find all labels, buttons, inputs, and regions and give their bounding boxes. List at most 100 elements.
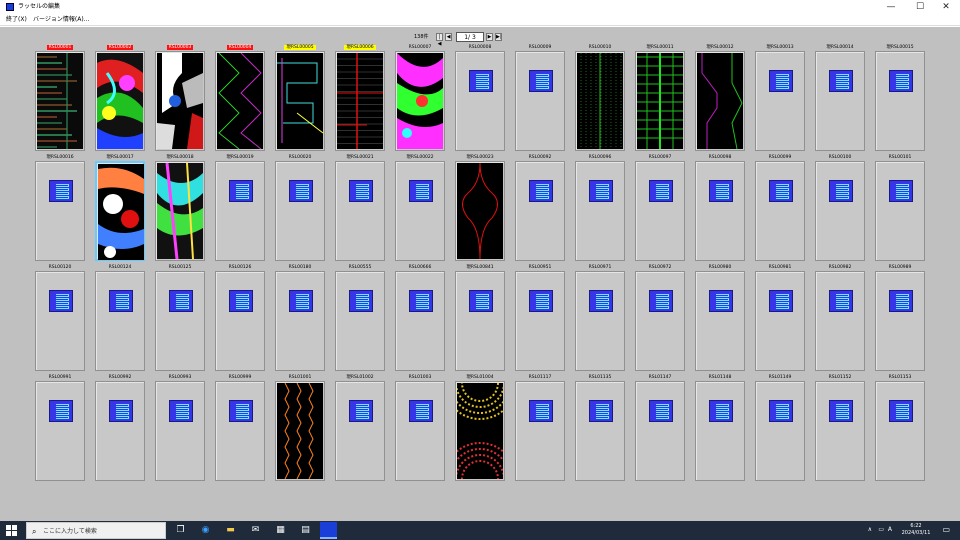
pattern-tile[interactable]: RSL00009 — [515, 44, 565, 155]
pattern-tile[interactable]: RSL00971 — [575, 264, 625, 375]
pattern-tile[interactable]: 現RSL01004 — [455, 374, 505, 485]
tile-card[interactable] — [275, 381, 325, 481]
pattern-tile[interactable]: 現RSL00014 — [815, 44, 865, 155]
pattern-tile[interactable]: RSL00008 — [455, 44, 505, 155]
pattern-tile[interactable]: RSL00097 — [635, 154, 685, 265]
tile-card[interactable] — [35, 161, 85, 261]
pattern-tile[interactable]: RSL00101 — [875, 154, 925, 265]
pattern-tile[interactable]: RSL00180 — [275, 264, 325, 375]
tile-card[interactable] — [215, 271, 265, 371]
pattern-tile[interactable]: 現RSL00017 — [95, 154, 145, 265]
pattern-tile[interactable]: RSL01135 — [575, 374, 625, 485]
pattern-tile[interactable]: RSL01117 — [515, 374, 565, 485]
pattern-tile[interactable]: RSL00099 — [755, 154, 805, 265]
tile-card[interactable] — [575, 51, 625, 151]
tile-card[interactable] — [575, 161, 625, 261]
tile-card[interactable] — [575, 271, 625, 371]
last-page-button[interactable]: ▶| — [495, 33, 502, 41]
pattern-tile[interactable]: 現RSL00005 — [275, 44, 325, 155]
pattern-tile[interactable]: RSL01001 — [275, 374, 325, 485]
pattern-tile[interactable]: RSL00001 — [35, 44, 85, 155]
tile-card[interactable] — [635, 381, 685, 481]
first-page-button[interactable]: |◀ — [436, 33, 443, 47]
tile-card[interactable] — [515, 161, 565, 261]
next-page-button[interactable]: ▶ — [486, 33, 493, 41]
page-indicator[interactable]: 1/ 3 — [456, 32, 484, 42]
printer-icon[interactable]: ▤ — [299, 524, 312, 537]
menu-version-info[interactable]: バージョン情報(A)... — [33, 14, 89, 26]
tile-card[interactable] — [215, 51, 265, 151]
pattern-tile[interactable]: RSL00096 — [575, 154, 625, 265]
tile-card[interactable] — [275, 51, 325, 151]
tile-card[interactable] — [215, 161, 265, 261]
tile-card[interactable] — [875, 51, 925, 151]
pattern-tile[interactable]: RSL00120 — [35, 264, 85, 375]
tile-card[interactable] — [35, 271, 85, 371]
pattern-tile[interactable]: RSL00991 — [35, 374, 85, 485]
tile-card[interactable] — [455, 51, 505, 151]
network-icon[interactable]: ▭ — [878, 526, 884, 533]
edge-icon[interactable]: ◉ — [199, 524, 212, 537]
pattern-tile[interactable]: RSL00010 — [575, 44, 625, 155]
tile-card[interactable] — [755, 271, 805, 371]
tile-card[interactable] — [695, 381, 745, 481]
tile-card[interactable] — [155, 161, 205, 261]
tile-card[interactable] — [695, 271, 745, 371]
pattern-tile[interactable]: 現RSL00012 — [695, 44, 745, 155]
tray-chevron-icon[interactable]: ∧ — [868, 526, 872, 533]
pattern-tile[interactable]: RSL00100 — [815, 154, 865, 265]
tile-card[interactable] — [575, 381, 625, 481]
app-taskbar-icon[interactable] — [320, 522, 337, 539]
pattern-tile[interactable]: RSL01003 — [395, 374, 445, 485]
pattern-tile[interactable]: 現RSL00023 — [455, 154, 505, 265]
pattern-tile[interactable]: 現RSL00006 — [335, 44, 385, 155]
close-button[interactable]: ✕ — [932, 0, 960, 14]
tile-card[interactable] — [695, 51, 745, 151]
minimize-button[interactable]: — — [877, 0, 905, 14]
pattern-tile[interactable]: RSL00124 — [95, 264, 145, 375]
explorer-icon[interactable]: ▬ — [224, 524, 237, 537]
calculator-icon[interactable]: ▦ — [274, 524, 287, 537]
menu-exit[interactable]: 終了(X) — [6, 14, 27, 26]
pattern-tile[interactable]: 現RSL00021 — [335, 154, 385, 265]
tile-card[interactable] — [635, 271, 685, 371]
tile-card[interactable] — [95, 161, 145, 261]
tile-card[interactable] — [335, 51, 385, 151]
tile-card[interactable] — [515, 51, 565, 151]
taskbar-search-box[interactable]: ⌕ ここに入力して検索 — [26, 522, 166, 539]
tile-card[interactable] — [455, 381, 505, 481]
tile-card[interactable] — [155, 381, 205, 481]
pattern-tile[interactable]: 現RSL00019 — [215, 154, 265, 265]
pattern-tile[interactable]: 現RSL01002 — [335, 374, 385, 485]
tile-card[interactable] — [275, 271, 325, 371]
pattern-tile[interactable]: 現RSL00015 — [875, 44, 925, 155]
task-view-icon[interactable]: ❐ — [174, 524, 187, 537]
tile-card[interactable] — [755, 51, 805, 151]
tile-card[interactable] — [455, 161, 505, 261]
tile-card[interactable] — [155, 51, 205, 151]
prev-page-button[interactable]: ◀ — [445, 33, 452, 41]
tile-card[interactable] — [35, 51, 85, 151]
tile-card[interactable] — [95, 381, 145, 481]
tile-card[interactable] — [335, 161, 385, 261]
tile-card[interactable] — [395, 271, 445, 371]
tile-card[interactable] — [875, 381, 925, 481]
tile-card[interactable] — [95, 51, 145, 151]
tile-card[interactable] — [335, 381, 385, 481]
tile-card[interactable] — [815, 161, 865, 261]
pattern-tile[interactable]: 現RSL00013 — [755, 44, 805, 155]
pattern-tile[interactable]: RSL00972 — [635, 264, 685, 375]
tile-card[interactable] — [455, 271, 505, 371]
tile-card[interactable] — [395, 381, 445, 481]
mail-icon[interactable]: ✉ — [249, 524, 262, 537]
tile-card[interactable] — [635, 161, 685, 261]
tile-card[interactable] — [95, 271, 145, 371]
tile-card[interactable] — [515, 381, 565, 481]
notification-icon[interactable]: ▭ — [942, 525, 950, 534]
tile-card[interactable] — [815, 51, 865, 151]
pattern-tile[interactable]: RSL00003 — [155, 44, 205, 155]
tile-card[interactable] — [875, 161, 925, 261]
start-button[interactable] — [6, 525, 17, 536]
pattern-tile[interactable]: RSL00002 — [95, 44, 145, 155]
tile-card[interactable] — [875, 271, 925, 371]
